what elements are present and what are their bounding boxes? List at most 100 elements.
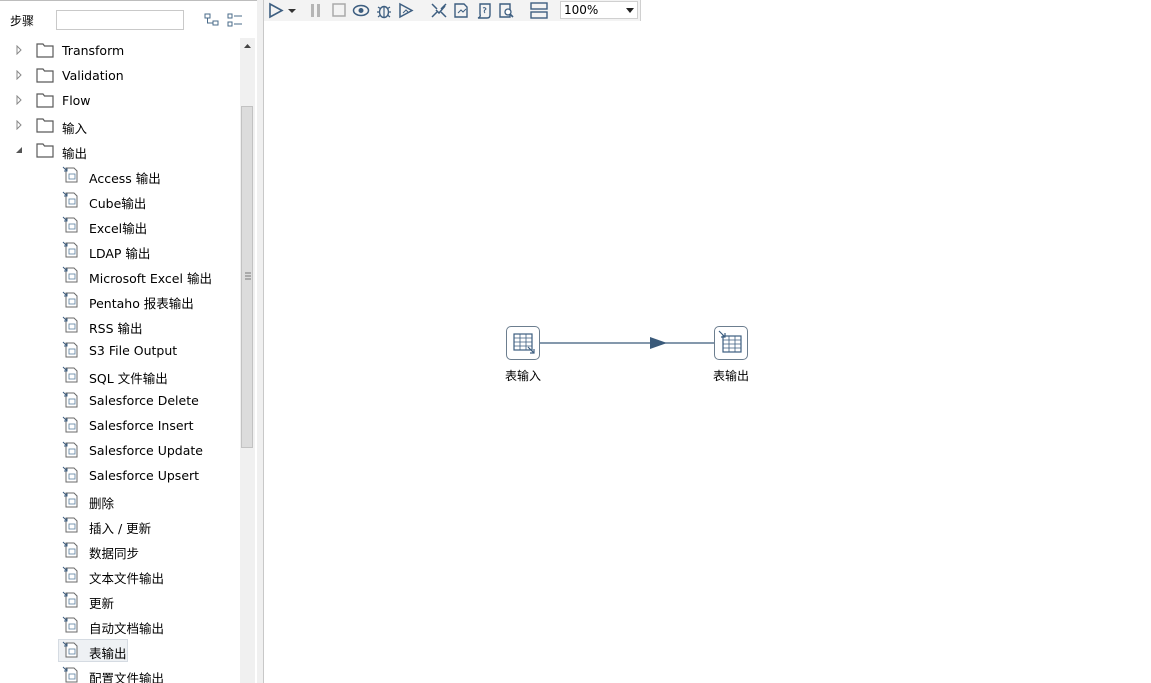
salesforce-upsert-icon: [62, 466, 78, 483]
collapsed-arrow-icon[interactable]: [14, 95, 24, 105]
grip-icon: [245, 272, 251, 280]
step-table-output[interactable]: [714, 326, 748, 360]
table-output-icon: [62, 641, 78, 658]
tree-step-item[interactable]: 更新: [0, 588, 240, 613]
sql-icon[interactable]: [475, 2, 493, 19]
folder-icon: [36, 68, 54, 83]
tree-step-item[interactable]: Microsoft Excel 输出: [0, 263, 240, 288]
step-table-input[interactable]: [506, 326, 540, 360]
tree-step-label: Pentaho 报表输出: [89, 296, 194, 311]
rss-icon: [62, 316, 78, 333]
chevron-down-icon: [626, 8, 634, 13]
tree-step-label: Microsoft Excel 输出: [89, 271, 212, 286]
tree-step-label: 插入 / 更新: [89, 521, 152, 536]
tree-step-item[interactable]: SQL 文件输出: [0, 363, 240, 388]
panel-splitter[interactable]: [257, 0, 264, 683]
tree-step-item[interactable]: Salesforce Upsert: [0, 463, 240, 488]
tree-step-item[interactable]: 表输出: [0, 638, 240, 663]
tree-category[interactable]: 输出: [0, 138, 240, 163]
tree-step-item[interactable]: 删除: [0, 488, 240, 513]
tree-step-item[interactable]: 配置文件输出: [0, 663, 240, 683]
tree-step-item[interactable]: 数据同步: [0, 538, 240, 563]
pause-icon[interactable]: [307, 2, 325, 19]
tree-category[interactable]: Validation: [0, 63, 240, 88]
folder-icon: [36, 118, 54, 133]
sql-file-icon: [62, 366, 78, 383]
tree-step-label: 文本文件输出: [89, 571, 165, 586]
tree-step-item[interactable]: 文本文件输出: [0, 563, 240, 588]
tree-step-label: SQL 文件输出: [89, 371, 168, 386]
align-icon[interactable]: [530, 2, 548, 19]
step-tree: Transform Validation Flow 输入输出 Access 输出 Cube…: [0, 38, 240, 683]
tree-step-item[interactable]: LDAP 输出: [0, 238, 240, 263]
sync-icon: [62, 541, 78, 558]
tree-step-label: Salesforce Delete: [89, 393, 199, 408]
tree-step-label: 自动文档输出: [89, 621, 165, 636]
verify-icon[interactable]: [430, 2, 448, 19]
explore-db-icon[interactable]: [497, 2, 515, 19]
tree-step-label: Excel输出: [89, 221, 148, 236]
collapsed-arrow-icon[interactable]: [14, 45, 24, 55]
tree-step-label: Salesforce Update: [89, 443, 203, 458]
step-search-input[interactable]: [56, 10, 184, 30]
stop-icon[interactable]: [330, 2, 348, 19]
collapse-tree-icon[interactable]: [226, 11, 244, 29]
expanded-arrow-icon[interactable]: [14, 145, 24, 155]
run-icon[interactable]: [267, 2, 285, 19]
toolbar-background: 100%: [264, 0, 641, 21]
excel-icon: [62, 266, 78, 283]
collapsed-arrow-icon[interactable]: [14, 120, 24, 130]
panel-top-border: [0, 0, 257, 3]
zoom-select[interactable]: 100%: [560, 1, 638, 19]
tree-step-item[interactable]: S3 File Output: [0, 338, 240, 363]
folder-icon: [36, 93, 54, 108]
scroll-up-icon[interactable]: [240, 38, 255, 54]
tree-step-item[interactable]: Salesforce Insert: [0, 413, 240, 438]
insert-update-icon: [62, 516, 78, 533]
tree-step-item[interactable]: RSS 输出: [0, 313, 240, 338]
salesforce-delete-icon: [62, 391, 78, 408]
analyze-icon[interactable]: [452, 2, 470, 19]
table-output-icon: [718, 330, 742, 353]
tree-step-label: 配置文件输出: [89, 671, 165, 683]
tree-step-item[interactable]: Excel输出: [0, 213, 240, 238]
preview-icon[interactable]: [352, 2, 370, 19]
tree-category[interactable]: 输入: [0, 113, 240, 138]
tree-step-item[interactable]: Salesforce Update: [0, 438, 240, 463]
tree-step-label: 数据同步: [89, 546, 140, 561]
run-dropdown-icon[interactable]: [287, 2, 297, 19]
tree-category[interactable]: Transform: [0, 38, 240, 63]
folder-icon: [36, 143, 54, 158]
folder-icon: [36, 43, 54, 58]
tree-step-label: 更新: [89, 596, 115, 611]
replay-icon[interactable]: [397, 2, 415, 19]
tree-step-item[interactable]: Pentaho 报表输出: [0, 288, 240, 313]
steps-panel-title: 步骤: [10, 14, 35, 28]
tree-category[interactable]: Flow: [0, 88, 240, 113]
delete-db-icon: [62, 491, 78, 508]
tree-step-item[interactable]: Salesforce Delete: [0, 388, 240, 413]
tree-step-item[interactable]: 插入 / 更新: [0, 513, 240, 538]
tree-step-item[interactable]: 自动文档输出: [0, 613, 240, 638]
tree-step-label: LDAP 输出: [89, 246, 151, 261]
tree-category-label: Transform: [62, 43, 125, 58]
tree-scrollbar[interactable]: [240, 38, 255, 683]
salesforce-insert-icon: [62, 416, 78, 433]
tree-step-label: Salesforce Upsert: [89, 468, 200, 483]
scrollbar-thumb[interactable]: [241, 106, 253, 448]
tree-category-label: Flow: [62, 93, 91, 108]
tree-step-label: Cube输出: [89, 196, 147, 211]
tree-step-label: Access 输出: [89, 171, 161, 186]
tree-step-item[interactable]: Cube输出: [0, 188, 240, 213]
tree-category-label: 输入: [62, 121, 88, 136]
expand-tree-icon[interactable]: [203, 11, 221, 29]
collapsed-arrow-icon[interactable]: [14, 70, 24, 80]
auto-doc-icon: [62, 616, 78, 633]
debug-icon[interactable]: [375, 2, 393, 19]
text-file-icon: [62, 566, 78, 583]
tree-step-item[interactable]: Access 输出: [0, 163, 240, 188]
step-label-table-output: 表输出: [713, 369, 750, 383]
canvas-toolbar: 100%: [264, 0, 1151, 23]
transformation-canvas[interactable]: 表输入 表输出: [264, 22, 1151, 683]
tree-category-label: Validation: [62, 68, 124, 83]
